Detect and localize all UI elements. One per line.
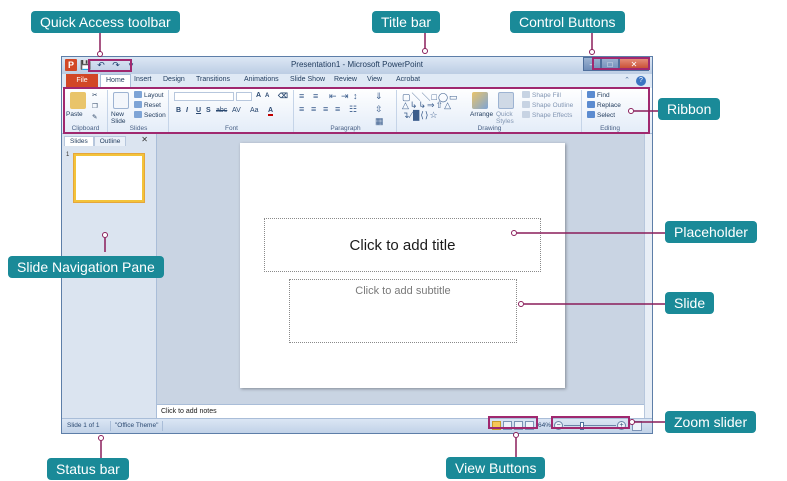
thumbnail-number: 1 [66,152,70,158]
vertical-scrollbar[interactable] [644,134,652,418]
callout-ribbon: Ribbon [658,98,721,120]
callout-slide: Slide [665,292,715,314]
nav-pane-marker [102,232,108,238]
tab-design[interactable]: Design [163,76,185,83]
slide[interactable]: Click to add title Click to add subtitle [240,143,565,388]
subtitle-placeholder[interactable]: Click to add subtitle [289,279,517,343]
callout-title-bar: Title bar [372,11,441,33]
slide-editing-area: Click to add title Click to add subtitle [157,134,644,404]
window-title: Presentation1 - Microsoft PowerPoint [290,60,424,69]
view-buttons-highlight [488,416,538,429]
status-marker [98,435,104,441]
callout-status-bar: Status bar [47,458,129,480]
controls-highlight [592,57,650,70]
callout-zoom-slider: Zoom slider [665,411,757,433]
tab-acrobat[interactable]: Acrobat [396,76,420,83]
title-marker [422,48,428,54]
ribbon-tabs: File Home Insert Design Transitions Anim… [62,74,652,88]
help-icon[interactable]: ? [636,76,646,86]
ribbon-marker [628,108,634,114]
title-placeholder[interactable]: Click to add title [264,218,541,272]
annotated-screenshot: P 💾 ↶ ↷ ▾ Presentation1 - Microsoft Powe… [0,0,787,481]
slide-count: Slide 1 of 1 [67,422,100,429]
qat-marker [97,51,103,57]
callout-slide-navigation-pane: Slide Navigation Pane [8,256,164,278]
zoom-highlight [551,416,630,429]
theme-name: "Office Theme" [115,422,159,429]
callout-view-buttons: View Buttons [446,457,546,479]
status-divider [162,421,163,431]
status-divider [110,421,111,431]
tab-view[interactable]: View [367,76,382,83]
tab-outline[interactable]: Outline [93,136,127,146]
callout-control-buttons: Control Buttons [510,11,625,33]
controls-marker [589,49,595,55]
tab-home[interactable]: Home [100,74,131,88]
tab-animations[interactable]: Animations [244,76,279,83]
tab-transitions[interactable]: Transitions [196,76,230,83]
placeholder-marker [511,230,517,236]
qat-highlight [88,59,132,72]
view-marker [513,432,519,438]
callout-quick-access-toolbar: Quick Access toolbar [31,11,180,33]
tab-slide-show[interactable]: Slide Show [290,76,325,83]
zoom-marker [629,419,635,425]
slide-marker [518,301,524,307]
tab-file[interactable]: File [66,74,98,88]
zoom-level[interactable]: 64% [538,422,551,429]
close-pane-icon[interactable]: ✕ [141,135,148,144]
tab-insert[interactable]: Insert [134,76,152,83]
ribbon-highlight [63,87,650,134]
minimize-ribbon-icon[interactable]: ⌃ [622,76,632,86]
callout-placeholder: Placeholder [665,221,757,243]
tab-review[interactable]: Review [334,76,357,83]
title-bar: P 💾 ↶ ↷ ▾ Presentation1 - Microsoft Powe… [62,57,652,74]
tab-slides[interactable]: Slides [64,136,94,146]
slide-thumbnail[interactable] [74,154,144,202]
